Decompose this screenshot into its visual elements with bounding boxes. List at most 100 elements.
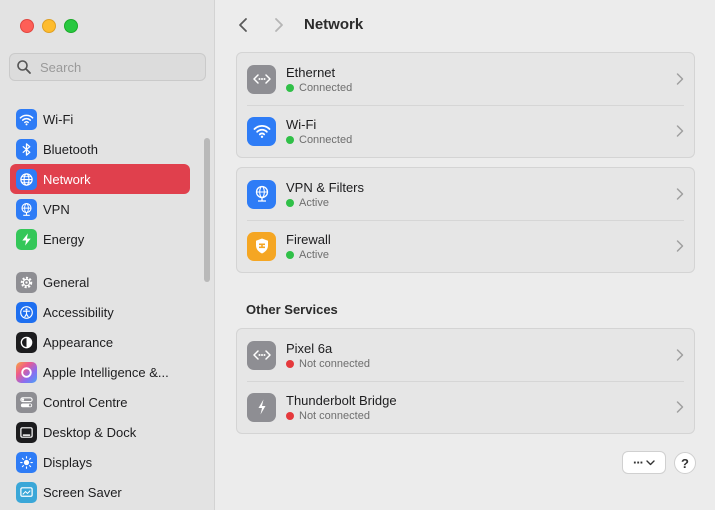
more-actions-button[interactable]: ··· — [622, 451, 666, 474]
sidebar-item-label: Control Centre — [43, 394, 128, 410]
sidebar-item-displays[interactable]: Displays — [10, 447, 190, 477]
sidebar-item-bluetooth[interactable]: Bluetooth — [10, 134, 190, 164]
sidebar-item-label: Accessibility — [43, 304, 114, 320]
sidebar-item-apple-intelligence[interactable]: Apple Intelligence &... — [10, 357, 190, 387]
service-row-vpn-filters[interactable]: VPN & Filters Active — [237, 168, 694, 220]
status-text: Active — [299, 196, 329, 209]
vpn-globe-icon — [247, 179, 276, 209]
search-input[interactable] — [38, 58, 192, 76]
chevron-right-icon — [275, 18, 283, 32]
chevron-right-icon — [676, 349, 684, 361]
sidebar-item-appearance[interactable]: Appearance — [10, 327, 190, 357]
service-name: VPN & Filters — [286, 179, 365, 195]
sidebar-item-wifi[interactable]: Wi-Fi — [10, 104, 190, 134]
back-button[interactable] — [232, 14, 254, 36]
status-text: Not connected — [299, 357, 370, 370]
status-text: Not connected — [299, 409, 370, 422]
services-group-other: Pixel 6a Not connected Thunderbolt Bridg… — [236, 328, 695, 434]
sidebar-item-label: Screen Saver — [43, 484, 122, 500]
service-row-thunderbolt-bridge[interactable]: Thunderbolt Bridge Not connected — [237, 381, 694, 433]
sidebar-item-control-centre[interactable]: Control Centre — [10, 387, 190, 417]
service-name: Pixel 6a — [286, 340, 333, 356]
status-dot-active — [286, 250, 294, 259]
sidebar-item-label: Desktop & Dock — [43, 424, 137, 440]
toolbar: Network — [216, 0, 715, 52]
service-row-ethernet[interactable]: Ethernet Connected — [237, 53, 694, 105]
forward-button[interactable] — [268, 14, 290, 36]
thunderbolt-icon — [247, 392, 276, 422]
service-row-pixel-6a[interactable]: Pixel 6a Not connected — [237, 329, 694, 381]
globe-icon — [16, 168, 37, 190]
zoom-window-button[interactable] — [64, 19, 78, 33]
sidebar-item-label: Network — [43, 171, 91, 187]
service-row-wifi[interactable]: Wi-Fi Connected — [237, 105, 694, 157]
dock-icon — [16, 421, 37, 443]
close-window-button[interactable] — [20, 19, 34, 33]
minimize-window-button[interactable] — [42, 19, 56, 33]
sidebar-item-vpn[interactable]: VPN — [10, 194, 190, 224]
chevron-right-icon — [676, 125, 684, 137]
help-button[interactable]: ? — [674, 452, 696, 474]
sidebar-item-label: Appearance — [43, 334, 114, 350]
wifi-icon — [247, 116, 276, 146]
toggles-icon — [16, 391, 37, 413]
sidebar-item-screen-saver[interactable]: Screen Saver — [10, 477, 190, 507]
ethernet-icon — [247, 340, 276, 370]
ethernet-icon — [247, 64, 276, 94]
status-dot-connected — [286, 83, 294, 92]
sidebar-item-general[interactable]: General — [10, 267, 190, 297]
sidebar-item-accessibility[interactable]: Accessibility — [10, 297, 190, 327]
gear-icon — [16, 271, 37, 293]
status-dot-connected — [286, 135, 294, 144]
sidebar-scrollbar[interactable] — [204, 138, 210, 282]
service-name: Wi-Fi — [286, 116, 317, 132]
main-content: Network Ethernet Connected Wi-Fi Connect… — [216, 0, 715, 510]
chevron-right-icon — [676, 401, 684, 413]
service-status: Not connected — [286, 358, 370, 370]
sidebar-item-label: Apple Intelligence &... — [43, 364, 169, 380]
wifi-icon — [16, 108, 37, 130]
sidebar-item-label: General — [43, 274, 90, 290]
other-services-heading: Other Services — [246, 302, 338, 317]
appearance-icon — [16, 331, 37, 353]
window-controls — [20, 19, 78, 33]
sidebar: Wi-Fi Bluetooth Network VPN — [0, 0, 215, 510]
status-dot-active — [286, 198, 294, 207]
services-group-security: VPN & Filters Active Firewall Active — [236, 167, 695, 273]
services-group-primary: Ethernet Connected Wi-Fi Connected — [236, 52, 695, 158]
more-label: ··· — [633, 455, 644, 470]
service-row-firewall[interactable]: Firewall Active — [237, 220, 694, 272]
service-status: Active — [286, 249, 331, 261]
system-settings-window: Wi-Fi Bluetooth Network VPN — [0, 0, 715, 510]
status-text: Connected — [299, 81, 353, 94]
sidebar-item-label: Wi-Fi — [43, 111, 74, 127]
sun-icon — [16, 451, 37, 473]
lightning-icon — [16, 228, 37, 250]
accessibility-icon — [16, 301, 37, 323]
chevron-right-icon — [676, 240, 684, 252]
sidebar-item-energy[interactable]: Energy — [10, 224, 190, 254]
chevron-right-icon — [676, 73, 684, 85]
search-box[interactable] — [9, 53, 206, 81]
chevron-left-icon — [239, 18, 247, 32]
status-dot-not-connected — [286, 411, 294, 420]
firewall-icon — [247, 231, 276, 261]
service-status: Not connected — [286, 410, 397, 422]
sidebar-item-label: Energy — [43, 231, 85, 247]
search-icon — [17, 60, 31, 74]
chevron-down-icon — [646, 459, 655, 465]
status-text: Connected — [299, 133, 353, 146]
service-name: Thunderbolt Bridge — [286, 392, 397, 408]
service-status: Active — [286, 197, 364, 209]
sidebar-group-connectivity: Wi-Fi Bluetooth Network VPN Energy — [10, 104, 190, 254]
vpn-globe-icon — [16, 198, 37, 220]
sidebar-group-system: General Accessibility Appearance Apple I… — [10, 267, 190, 507]
service-status: Connected — [286, 134, 352, 146]
chevron-right-icon — [676, 188, 684, 200]
sidebar-item-network[interactable]: Network — [10, 164, 190, 194]
sidebar-item-label: Displays — [43, 454, 93, 470]
apple-intelligence-icon — [16, 361, 37, 383]
screensaver-icon — [16, 481, 37, 503]
sidebar-item-desktop-dock[interactable]: Desktop & Dock — [10, 417, 190, 447]
service-name: Firewall — [286, 231, 331, 247]
